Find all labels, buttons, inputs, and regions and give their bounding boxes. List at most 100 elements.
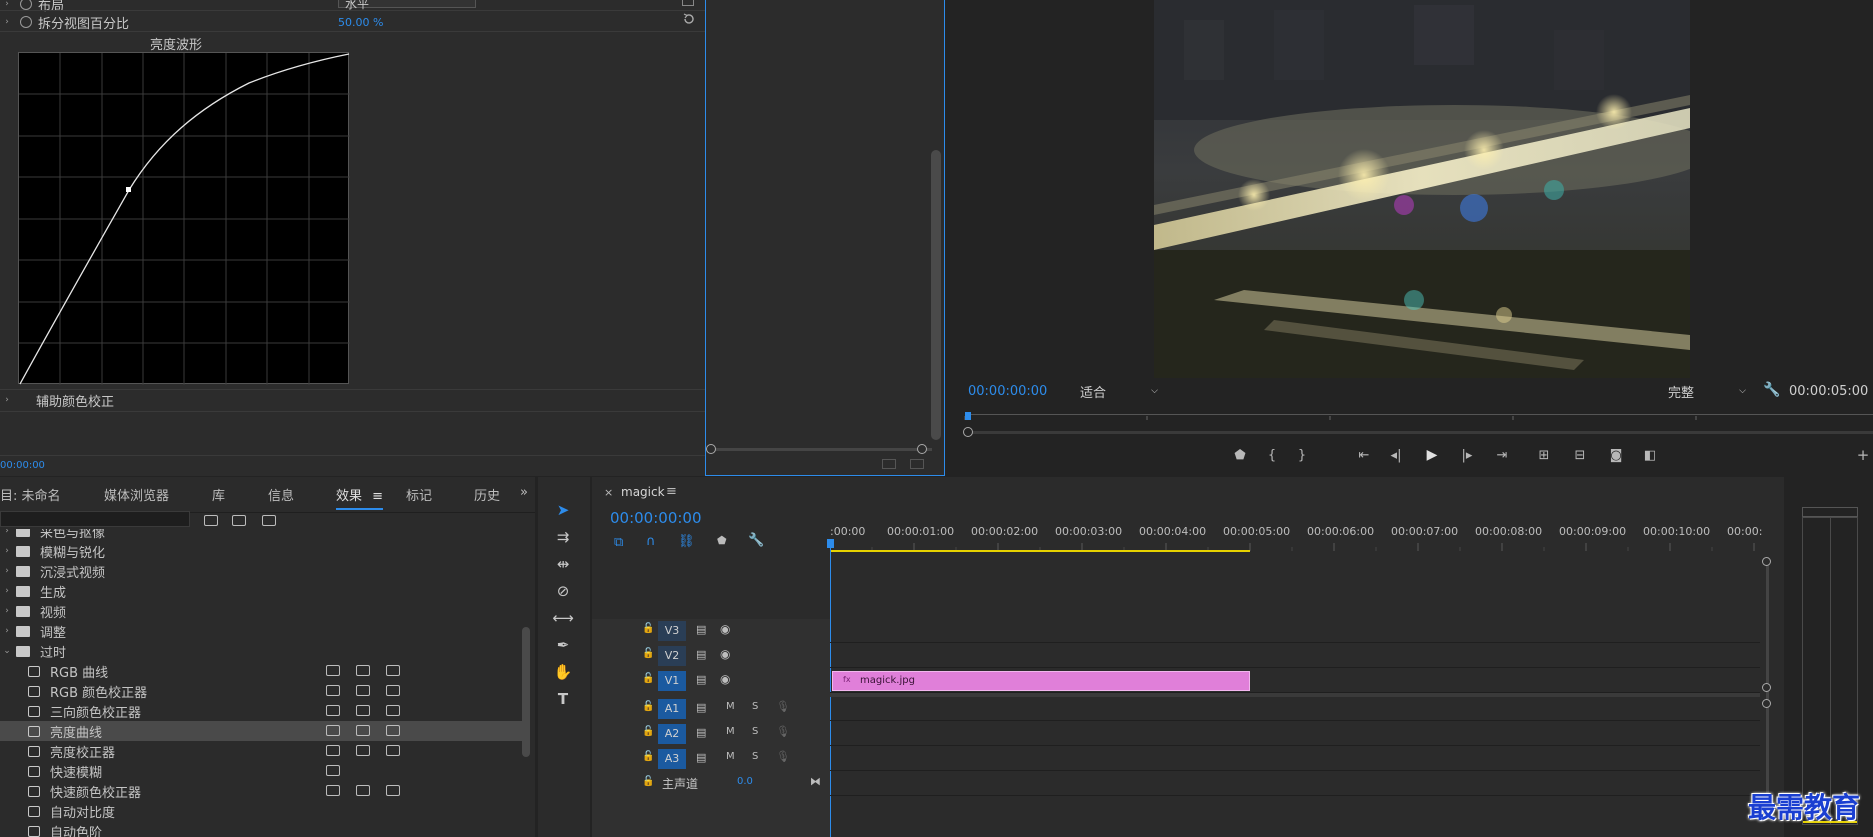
solo-button[interactable]: S bbox=[752, 751, 758, 762]
list-item[interactable]: ⌄ 过时 bbox=[0, 641, 522, 661]
reset-icon[interactable] bbox=[682, 12, 696, 26]
list-item[interactable]: 自动对比度 bbox=[0, 801, 522, 821]
sync-lock-icon[interactable]: ▤ bbox=[696, 673, 706, 686]
mute-button[interactable]: M bbox=[726, 701, 735, 712]
list-item[interactable]: 自动色阶 bbox=[0, 821, 522, 837]
in-point-icon[interactable]: { bbox=[1262, 448, 1282, 463]
list-item[interactable]: 亮度校正器 bbox=[0, 741, 522, 761]
compare-icon[interactable]: ◧ bbox=[1640, 448, 1660, 463]
type-tool-icon[interactable]: T bbox=[552, 688, 574, 710]
go-to-in-icon[interactable]: ⇤ bbox=[1354, 448, 1374, 463]
lift-icon[interactable]: ⊞ bbox=[1534, 448, 1554, 463]
list-item[interactable]: › 模糊与锐化 bbox=[0, 541, 522, 561]
track-select-tool-icon[interactable]: ⇉ bbox=[552, 526, 574, 548]
luma-curve-graph[interactable] bbox=[18, 52, 350, 385]
track-lane-v3[interactable] bbox=[830, 619, 1760, 643]
stopwatch-icon[interactable] bbox=[20, 0, 32, 10]
tab-library[interactable]: 库 bbox=[212, 485, 225, 504]
hand-tool-icon[interactable]: ✋ bbox=[552, 661, 574, 683]
razor-tool-icon[interactable]: ⊘ bbox=[552, 580, 574, 602]
reset-icon[interactable] bbox=[682, 0, 694, 6]
scroll-handle-right[interactable] bbox=[917, 444, 927, 454]
track-header-v3[interactable]: 🔓 V3 ▤ ◉ bbox=[592, 619, 830, 643]
list-item[interactable]: RGB 颜色校正器 bbox=[0, 681, 522, 701]
microphone-icon[interactable]: 🎙 bbox=[776, 725, 790, 738]
track-header-a3[interactable]: 🔓 A3 ▤ M S 🎙 bbox=[592, 747, 830, 771]
lock-icon[interactable]: 🔓 bbox=[642, 776, 654, 787]
track-lane-a2[interactable] bbox=[830, 722, 1760, 746]
overflow-tabs-icon[interactable]: » bbox=[520, 485, 528, 500]
step-forward-icon[interactable]: |▸ bbox=[1457, 448, 1477, 463]
accelerated-filter-icon[interactable] bbox=[204, 515, 218, 526]
twirl-icon[interactable]: › bbox=[0, 529, 14, 536]
sequence-tab[interactable]: magick bbox=[621, 485, 665, 499]
timeline-timecode[interactable]: 00:00:00:00 bbox=[610, 509, 702, 527]
scroll-handle-top[interactable] bbox=[1762, 557, 1771, 566]
list-item[interactable]: 快速模糊 bbox=[0, 761, 522, 781]
program-timecode[interactable]: 00:00:00:00 bbox=[968, 384, 1047, 399]
track-header-a2[interactable]: 🔓 A2 ▤ M S 🎙 bbox=[592, 722, 830, 746]
menu-icon[interactable]: ≡ bbox=[666, 484, 677, 499]
slip-tool-icon[interactable]: ⟷ bbox=[552, 607, 574, 629]
twirl-icon[interactable]: › bbox=[0, 0, 14, 9]
track-header-v1[interactable]: 🔓 V1 ▤ ◉ bbox=[592, 669, 830, 693]
scroll-handle-audio[interactable] bbox=[1762, 699, 1771, 708]
go-to-end-icon[interactable]: ⧓ bbox=[810, 775, 821, 788]
sync-lock-icon[interactable]: ▤ bbox=[696, 701, 706, 714]
solo-button[interactable]: S bbox=[752, 726, 758, 737]
twirl-icon[interactable]: › bbox=[0, 566, 14, 576]
track-lane-master[interactable] bbox=[830, 772, 1760, 796]
list-item[interactable]: › 采色与抠像 bbox=[0, 529, 522, 541]
split-percent-value[interactable]: 50.00 % bbox=[338, 16, 383, 29]
track-header-v2[interactable]: 🔓 V2 ▤ ◉ bbox=[592, 644, 830, 668]
play-icon[interactable]: ▶ bbox=[1422, 447, 1442, 463]
lock-icon[interactable]: 🔓 bbox=[642, 701, 654, 712]
list-item[interactable]: RGB 曲线 bbox=[0, 661, 522, 681]
video-clip[interactable]: fx magick.jpg bbox=[832, 671, 1250, 691]
mute-button[interactable]: M bbox=[726, 751, 735, 762]
sync-lock-icon[interactable]: ▤ bbox=[696, 751, 706, 764]
track-target-v1[interactable]: V1 bbox=[658, 671, 686, 691]
track-lane-a3[interactable] bbox=[830, 747, 1760, 771]
track-target-a2[interactable]: A2 bbox=[658, 724, 686, 744]
work-area-bar[interactable] bbox=[830, 550, 1250, 552]
effects-search-input[interactable] bbox=[0, 511, 190, 527]
marker-icon[interactable]: ⬟ bbox=[1230, 448, 1250, 463]
out-point-icon[interactable]: } bbox=[1292, 448, 1312, 463]
go-to-out-icon[interactable]: ⇥ bbox=[1492, 448, 1512, 463]
tab-info[interactable]: 信息 bbox=[268, 485, 294, 504]
effect-controls-timeline[interactable] bbox=[705, 0, 945, 476]
32bit-filter-icon[interactable] bbox=[232, 515, 246, 526]
selection-tool-icon[interactable]: ➤ bbox=[552, 499, 574, 521]
wrench-icon[interactable]: 🔧 bbox=[1763, 382, 1780, 398]
track-target-v2[interactable]: V2 bbox=[658, 646, 686, 666]
mute-button[interactable]: M bbox=[726, 726, 735, 737]
lock-icon[interactable]: 🔓 bbox=[642, 648, 654, 659]
list-item[interactable]: 快速颜色校正器 bbox=[0, 781, 522, 801]
nest-icon[interactable]: ⧉ bbox=[614, 535, 623, 550]
camera-icon[interactable]: ◙ bbox=[1606, 448, 1626, 463]
list-item[interactable]: › 沉浸式视频 bbox=[0, 561, 522, 581]
lock-icon[interactable]: 🔓 bbox=[642, 726, 654, 737]
timeline-settings-icon[interactable]: 🔧 bbox=[748, 533, 764, 548]
extract-icon[interactable]: ⊟ bbox=[1570, 448, 1590, 463]
yuv-filter-icon[interactable] bbox=[262, 515, 276, 526]
playhead[interactable] bbox=[965, 412, 971, 420]
twirl-icon[interactable]: › bbox=[0, 606, 14, 616]
scroll-handle-mid[interactable] bbox=[1762, 683, 1771, 692]
eye-icon[interactable]: ◉ bbox=[720, 647, 730, 661]
lock-icon[interactable]: 🔓 bbox=[642, 623, 654, 634]
scroll-handle-left[interactable] bbox=[706, 444, 716, 454]
playhead[interactable] bbox=[827, 539, 834, 548]
track-header-a1[interactable]: 🔓 A1 ▤ M S 🎙 bbox=[592, 697, 830, 721]
close-tab-icon[interactable]: × bbox=[604, 486, 613, 499]
twirl-icon[interactable]: › bbox=[0, 586, 14, 596]
program-video-frame[interactable] bbox=[1154, 0, 1690, 378]
horizontal-scrollbar[interactable] bbox=[712, 448, 932, 451]
tab-effects[interactable]: 效果 ≡ bbox=[336, 485, 384, 510]
master-volume-value[interactable]: 0.0 bbox=[737, 776, 753, 787]
step-back-icon[interactable]: ◂| bbox=[1386, 448, 1406, 463]
linked-selection-icon[interactable]: ⛓ bbox=[678, 534, 695, 549]
sync-lock-icon[interactable]: ▤ bbox=[696, 726, 706, 739]
solo-button[interactable]: S bbox=[752, 701, 758, 712]
